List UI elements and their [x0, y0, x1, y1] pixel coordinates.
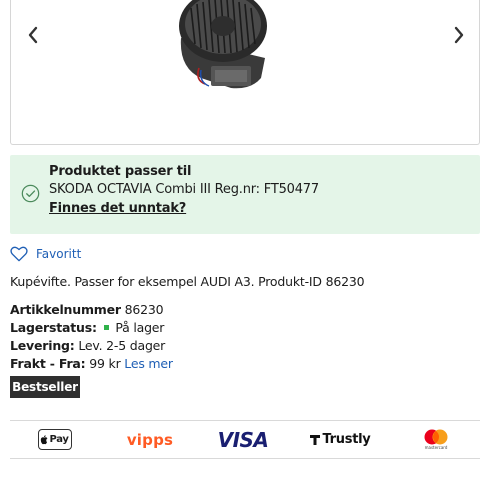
- favorite-label: Favoritt: [36, 247, 82, 261]
- delivery-label: Levering:: [10, 338, 75, 353]
- payment-methods-bar: Pay vipps VISA Trustly mastercard: [10, 420, 480, 459]
- visa-logo: VISA: [217, 427, 269, 452]
- freight-label: Frakt - Fra:: [10, 356, 86, 371]
- gallery-next-button[interactable]: [447, 20, 471, 50]
- vehicle-fitment-box: Produktet passer til SKODA OCTAVIA Combi…: [10, 155, 480, 234]
- favorite-button[interactable]: Favoritt: [10, 244, 81, 264]
- stock-status-value: På lager: [115, 320, 165, 335]
- delivery-value: Lev. 2-5 dager: [78, 338, 166, 353]
- read-more-link[interactable]: Les mer: [124, 356, 173, 371]
- fitment-title: Produktet passer til: [49, 164, 192, 179]
- check-circle-icon: [21, 184, 40, 203]
- apple-pay-text: Pay: [49, 434, 69, 445]
- gallery-prev-button[interactable]: [21, 20, 45, 50]
- in-stock-indicator: [103, 325, 109, 330]
- delivery-row: Levering: Lev. 2-5 dager: [10, 338, 165, 353]
- article-number-label: Artikkelnummer: [10, 302, 121, 317]
- trustly-logo: Trustly: [307, 421, 373, 458]
- stock-status-row: Lagerstatus: På lager: [10, 320, 164, 335]
- mastercard-logo: mastercard: [420, 421, 452, 458]
- bestseller-badge: Bestseller: [10, 376, 80, 398]
- freight-row: Frakt - Fra: 99 kr Les mer: [10, 356, 173, 371]
- mastercard-icon: [424, 429, 448, 445]
- apple-pay-logo: Pay: [37, 421, 72, 458]
- heart-outline-icon: [10, 246, 28, 262]
- fitment-vehicle: SKODA OCTAVIA Combi III Reg.nr: FT50477: [49, 182, 319, 197]
- mastercard-caption: mastercard: [424, 445, 448, 450]
- product-image[interactable]: [161, 0, 291, 93]
- product-gallery: [10, 0, 480, 145]
- trustly-mark-icon: [309, 434, 320, 445]
- apple-icon: [41, 434, 48, 444]
- chevron-right-icon: [454, 26, 464, 44]
- trustly-text: Trustly: [322, 432, 371, 447]
- article-number-row: Artikkelnummer 86230: [10, 302, 164, 317]
- stock-status-label: Lagerstatus:: [10, 320, 97, 335]
- freight-value: 99 kr: [89, 356, 121, 371]
- fitment-exception-link[interactable]: Finnes det unntak?: [49, 201, 186, 216]
- vipps-logo: vipps: [126, 430, 174, 449]
- chevron-left-icon: [28, 26, 38, 44]
- article-number-value: 86230: [124, 302, 164, 317]
- product-description: Kupévifte. Passer for eksempel AUDI A3. …: [10, 274, 365, 289]
